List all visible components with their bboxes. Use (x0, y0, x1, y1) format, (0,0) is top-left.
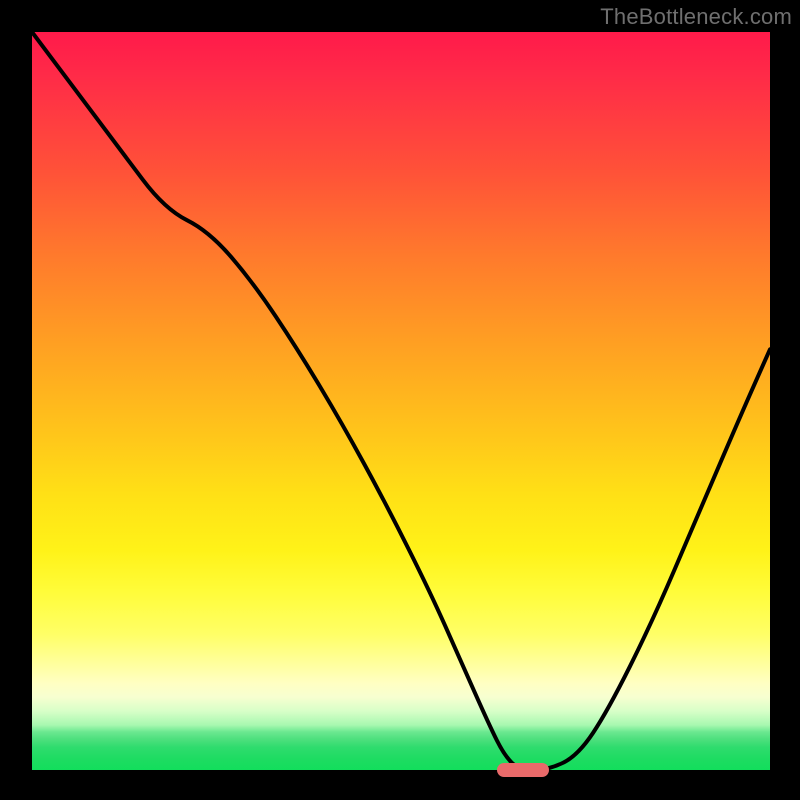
bottleneck-chart: TheBottleneck.com (0, 0, 800, 800)
watermark-text: TheBottleneck.com (600, 4, 792, 30)
curve-layer (32, 32, 770, 770)
plot-area (32, 32, 770, 770)
optimal-marker (497, 763, 549, 777)
bottleneck-curve-path (32, 32, 770, 770)
